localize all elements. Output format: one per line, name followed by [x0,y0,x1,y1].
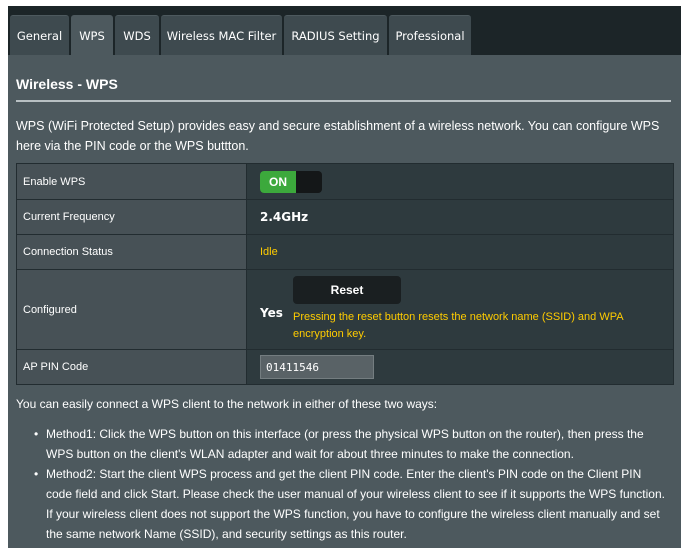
tab-radius-setting[interactable]: RADIUS Setting [284,15,387,55]
row-current-frequency: Current Frequency 2.4GHz [16,199,674,235]
configured-value: Yes [260,306,283,320]
configured-cell: Yes Reset Pressing the reset button rese… [246,269,674,350]
configured-label: Configured [16,269,247,350]
current-frequency-value: 2.4GHz [260,210,309,224]
enable-wps-label: Enable WPS [16,163,247,200]
enable-wps-cell: ON [246,163,674,200]
connection-status-cell: Idle [246,234,674,270]
method-2-item: Method2: Start the client WPS process an… [34,464,667,544]
tab-wds[interactable]: WDS [115,15,159,55]
ap-pin-input[interactable] [260,355,374,379]
wps-settings-table: Enable WPS ON Current Frequency 2.4GHz C… [16,163,674,385]
row-enable-wps: Enable WPS ON [16,163,674,200]
toggle-on-label: ON [260,170,296,193]
ap-pin-label: AP PIN Code [16,349,247,385]
tab-wps[interactable]: WPS [71,15,113,55]
current-frequency-cell: 2.4GHz [246,199,674,235]
title-divider [16,100,671,102]
connection-status-value: Idle [260,246,278,258]
tab-bar: General WPS WDS Wireless MAC Filter RADI… [0,0,681,55]
reset-button[interactable]: Reset [293,276,401,304]
intro-text: WPS (WiFi Protected Setup) provides easy… [16,119,660,153]
content-panel: Wireless - WPS WPS (WiFi Protected Setup… [8,55,681,548]
connection-status-label: Connection Status [16,234,247,270]
row-configured: Configured Yes Reset Pressing the reset … [16,269,674,350]
page-title: Wireless - WPS [16,76,118,92]
current-frequency-label: Current Frequency [16,199,247,235]
row-connection-status: Connection Status Idle [16,234,674,270]
row-ap-pin: AP PIN Code [16,349,674,385]
tab-wireless-mac-filter[interactable]: Wireless MAC Filter [161,15,282,55]
tab-professional[interactable]: Professional [389,15,471,55]
ap-pin-cell [246,349,674,385]
methods-list: Method1: Click the WPS button on this in… [34,424,667,544]
howto-lead: You can easily connect a WPS client to t… [16,397,438,411]
toggle-knob [296,170,322,193]
tab-general[interactable]: General [10,15,69,55]
reset-group: Reset Pressing the reset button resets t… [293,276,668,343]
enable-wps-toggle[interactable]: ON [260,170,322,193]
configured-content: Yes Reset Pressing the reset button rese… [260,276,673,343]
reset-note: Pressing the reset button resets the net… [293,311,623,340]
method-1-item: Method1: Click the WPS button on this in… [34,424,667,464]
